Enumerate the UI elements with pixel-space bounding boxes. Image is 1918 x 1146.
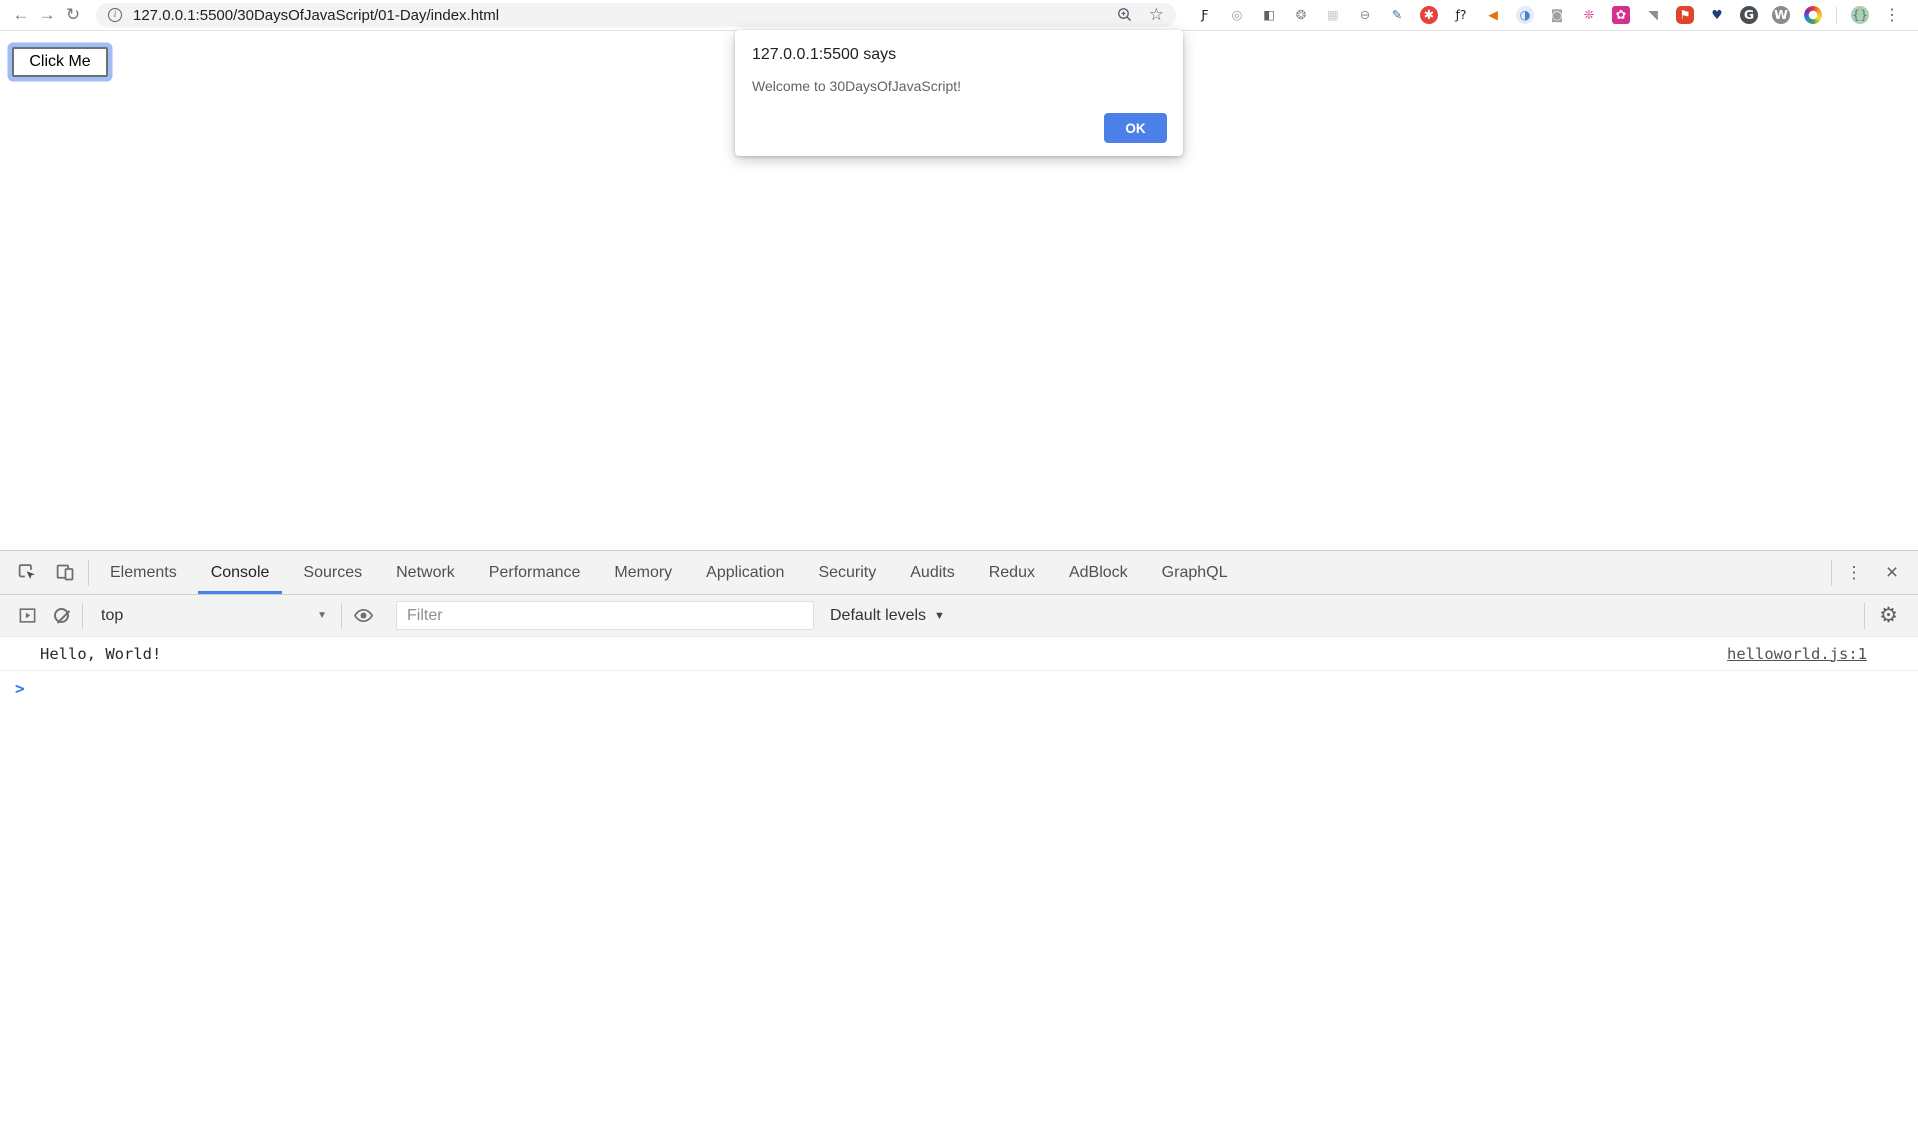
tab-audits[interactable]: Audits bbox=[893, 551, 971, 594]
alert-dialog: 127.0.0.1:5500 says Welcome to 30DaysOfJ… bbox=[735, 30, 1183, 156]
back-icon[interactable]: ← bbox=[8, 0, 34, 30]
divider bbox=[1864, 603, 1865, 629]
divider bbox=[1831, 560, 1832, 586]
console-sidebar-icon[interactable] bbox=[10, 606, 44, 625]
divider bbox=[1836, 7, 1837, 24]
console-message-text: Hello, World! bbox=[40, 645, 161, 663]
tab-performance[interactable]: Performance bbox=[472, 551, 598, 594]
megaphone-extension-icon[interactable]: ◀ bbox=[1484, 6, 1502, 24]
tab-redux[interactable]: Redux bbox=[972, 551, 1052, 594]
prompt-chevron-icon: > bbox=[15, 679, 25, 698]
json-braces-extension-icon[interactable]: {} bbox=[1851, 6, 1869, 24]
log-levels-select[interactable]: Default levels ▼ bbox=[830, 607, 945, 625]
heart-search-extension-icon[interactable]: ♥ bbox=[1708, 6, 1726, 24]
site-info-icon[interactable]: i bbox=[108, 8, 122, 22]
chevron-down-icon: ▼ bbox=[317, 610, 327, 621]
console-message-row: Hello, World! helloworld.js:1 bbox=[0, 637, 1918, 671]
context-label: top bbox=[101, 607, 123, 625]
url-text[interactable]: 127.0.0.1:5500/30DaysOfJavaScript/01-Day… bbox=[133, 7, 1101, 24]
tab-network[interactable]: Network bbox=[379, 551, 472, 594]
swirl-extension-icon[interactable]: ◑ bbox=[1516, 6, 1534, 24]
tab-memory[interactable]: Memory bbox=[597, 551, 689, 594]
address-bar[interactable]: i 127.0.0.1:5500/30DaysOfJavaScript/01-D… bbox=[96, 3, 1176, 27]
device-toolbar-icon[interactable] bbox=[46, 551, 84, 594]
alert-ok-button[interactable]: OK bbox=[1104, 113, 1167, 143]
tab-elements[interactable]: Elements bbox=[93, 551, 194, 594]
reload-icon[interactable]: ↻ bbox=[60, 0, 86, 30]
tab-application[interactable]: Application bbox=[689, 551, 801, 594]
devtools-tabs: ElementsConsoleSourcesNetworkPerformance… bbox=[93, 551, 1244, 594]
devtools-tabbar: ElementsConsoleSourcesNetworkPerformance… bbox=[0, 551, 1918, 595]
color-ring-extension-icon[interactable] bbox=[1804, 6, 1822, 24]
browser-menu-icon[interactable]: ⋮ bbox=[1883, 5, 1901, 25]
devtools-menu-icon[interactable]: ⋮ bbox=[1836, 551, 1872, 594]
click-me-button[interactable]: Click Me bbox=[12, 47, 108, 77]
fonts-ninja-extension-icon[interactable]: Ƒ bbox=[1196, 6, 1214, 24]
browser-toolbar: ← → ↻ i 127.0.0.1:5500/30DaysOfJavaScrip… bbox=[0, 0, 1918, 31]
console-prompt[interactable]: > bbox=[0, 671, 1918, 705]
lens-extension-icon[interactable]: ◎ bbox=[1228, 6, 1246, 24]
tab-adblock[interactable]: AdBlock bbox=[1052, 551, 1145, 594]
zoom-icon[interactable] bbox=[1116, 6, 1134, 24]
divider bbox=[82, 603, 83, 629]
gear-square-extension-icon[interactable]: ✿ bbox=[1612, 6, 1630, 24]
stop-hand-extension-icon[interactable]: ✱ bbox=[1420, 6, 1438, 24]
tab-console[interactable]: Console bbox=[194, 551, 287, 594]
javascript-context-select[interactable]: top ▼ bbox=[87, 595, 337, 637]
corner-arrow-extension-icon[interactable]: ◥ bbox=[1644, 6, 1662, 24]
browser-window: ← → ↻ i 127.0.0.1:5500/30DaysOfJavaScrip… bbox=[0, 0, 1918, 1146]
tab-security[interactable]: Security bbox=[801, 551, 893, 594]
devtools-close-icon[interactable]: × bbox=[1872, 551, 1912, 594]
live-expression-eye-icon[interactable] bbox=[346, 605, 380, 626]
grid-extension-icon[interactable]: ▦ bbox=[1324, 6, 1342, 24]
alert-title: 127.0.0.1:5500 says bbox=[752, 46, 896, 64]
divider bbox=[341, 603, 342, 629]
eyedropper-extension-icon[interactable]: ✎ bbox=[1388, 6, 1406, 24]
page-content: Click Me 127.0.0.1:5500 says Welcome to … bbox=[0, 32, 1918, 550]
tab-sources[interactable]: Sources bbox=[286, 551, 379, 594]
log-levels-label: Default levels bbox=[830, 607, 926, 625]
console-toolbar: top ▼ Default levels ▼ ⚙ bbox=[0, 595, 1918, 637]
devtools-panel: ElementsConsoleSourcesNetworkPerformance… bbox=[0, 550, 1918, 1146]
inspect-element-icon[interactable] bbox=[8, 551, 46, 594]
w-circle-extension-icon[interactable]: W bbox=[1772, 6, 1790, 24]
camera-extension-icon[interactable]: ◙ bbox=[1548, 6, 1566, 24]
extensions-strip: Ƒ ◎ ◧ ❂ ▦ ⊖ ✎ ✱ ƒ? ◀ ◑ ◙ ❊ ✿ ◥ ⚑ ♥ GW {} bbox=[1196, 6, 1869, 24]
g-circle-extension-icon[interactable]: G bbox=[1740, 6, 1758, 24]
forward-icon[interactable]: → bbox=[34, 0, 60, 30]
split-panels-extension-icon[interactable]: ◧ bbox=[1260, 6, 1278, 24]
chevron-down-icon: ▼ bbox=[934, 610, 945, 622]
graphql-atom-extension-icon[interactable]: ❊ bbox=[1580, 6, 1598, 24]
dash-circle-extension-icon[interactable]: ⊖ bbox=[1356, 6, 1374, 24]
bug-extension-icon[interactable]: ❂ bbox=[1292, 6, 1310, 24]
settings-gear-icon[interactable]: ⚙ bbox=[1879, 603, 1898, 628]
console-message-source-link[interactable]: helloworld.js:1 bbox=[1727, 645, 1867, 663]
f-question-extension-icon[interactable]: ƒ? bbox=[1452, 6, 1470, 24]
console-log: Hello, World! helloworld.js:1 bbox=[0, 637, 1918, 671]
bookmark-star-icon[interactable]: ☆ bbox=[1149, 5, 1164, 25]
bookmark-extension-icon[interactable]: ⚑ bbox=[1676, 6, 1694, 24]
alert-message: Welcome to 30DaysOfJavaScript! bbox=[752, 78, 961, 94]
divider bbox=[88, 560, 89, 586]
clear-console-icon[interactable] bbox=[44, 608, 78, 623]
tab-graphql[interactable]: GraphQL bbox=[1145, 551, 1245, 594]
filter-input[interactable] bbox=[396, 601, 814, 630]
